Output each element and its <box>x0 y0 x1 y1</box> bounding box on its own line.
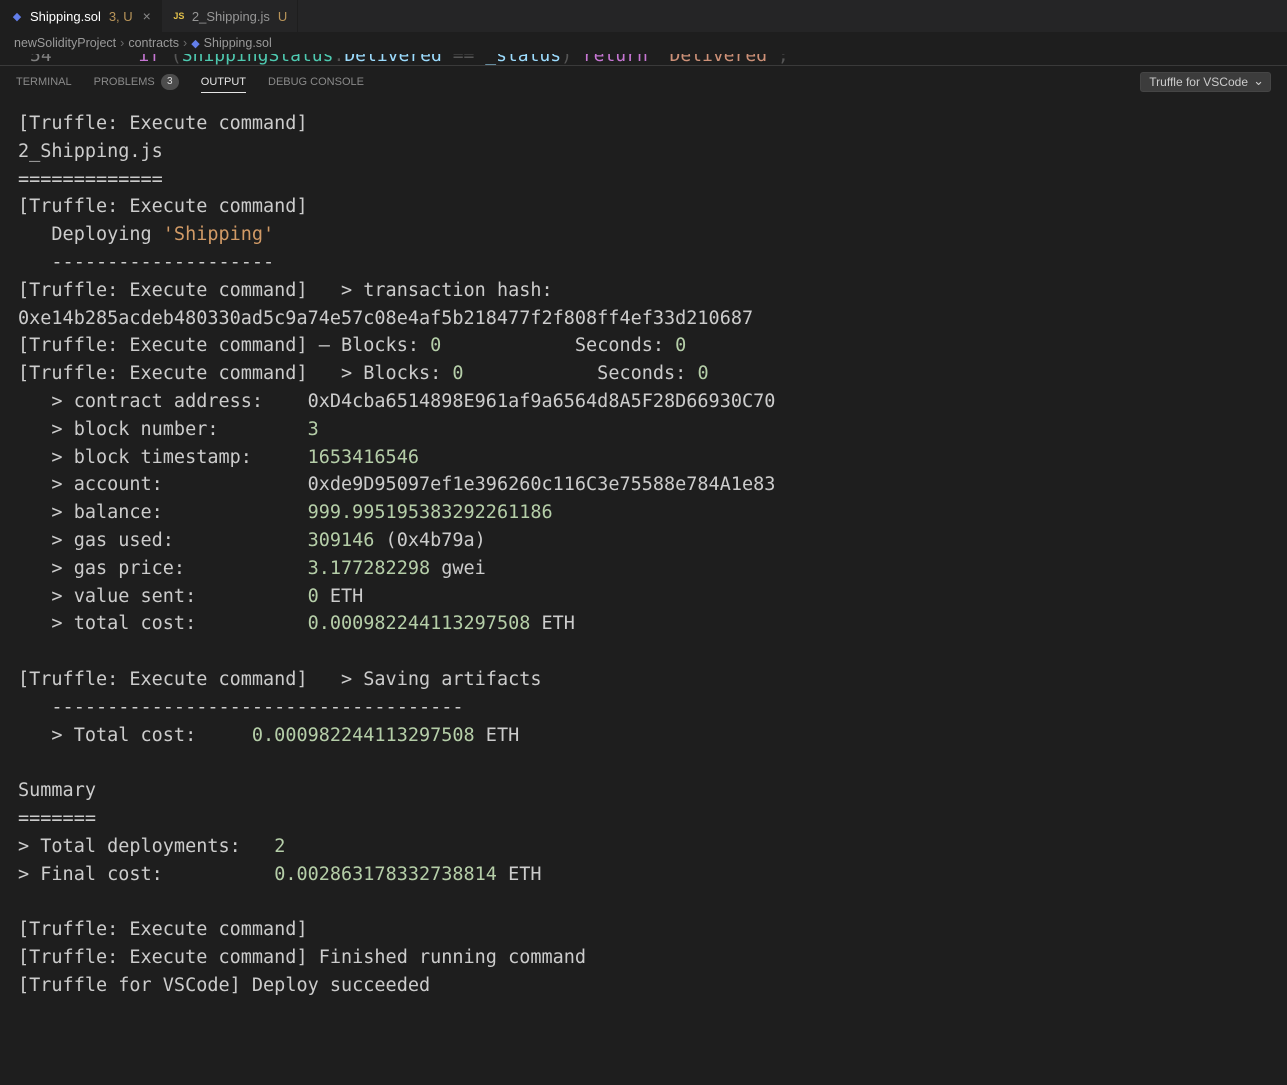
tab-modified-indicator: 3, U <box>109 9 133 24</box>
close-icon[interactable]: × <box>143 8 151 24</box>
log-line: ======= <box>18 808 96 829</box>
js-icon: JS <box>172 9 186 23</box>
log-line: [Truffle: Execute command] Finished runn… <box>18 947 586 968</box>
log-line: > balance: 999.995195383292261186 <box>18 502 553 523</box>
log-line: > Total deployments: 2 <box>18 836 285 857</box>
log-line: [Truffle: Execute command] > Blocks: 0 S… <box>18 363 709 384</box>
log-line: > Final cost: 0.002863178332738814 ETH <box>18 864 542 885</box>
tab-modified-indicator: U <box>278 9 287 24</box>
code-var: ShippingStatus <box>182 54 334 65</box>
code-keyword: if <box>138 54 160 65</box>
output-terminal[interactable]: [Truffle: Execute command] 2_Shipping.js… <box>0 98 1287 1012</box>
code-paren: ( <box>160 54 182 65</box>
log-line: > Total cost: 0.000982244113297508 ETH <box>18 725 519 746</box>
breadcrumb[interactable]: newSolidityProject › contracts › ◆ Shipp… <box>0 32 1287 54</box>
log-line: [Truffle: Execute command] <box>18 113 308 134</box>
output-channel-dropdown[interactable]: Truffle for VSCode <box>1140 72 1271 92</box>
log-line: Deploying 'Shipping' <box>18 224 274 245</box>
log-line: [Truffle: Execute command] <box>18 196 308 217</box>
code-var: Delivered <box>344 54 442 65</box>
log-line: [Truffle for VSCode] Deploy succeeded <box>18 975 430 996</box>
log-line: ------------------------------------- <box>18 697 464 718</box>
tab-shipping-js[interactable]: JS 2_Shipping.js U <box>162 0 298 32</box>
chevron-right-icon: › <box>183 36 187 50</box>
tab-output[interactable]: OUTPUT <box>201 76 246 93</box>
chevron-right-icon: › <box>120 36 124 50</box>
tab-shipping-sol[interactable]: ◆ Shipping.sol 3, U × <box>0 0 162 32</box>
log-line: [Truffle: Execute command] — Blocks: 0 S… <box>18 335 686 356</box>
log-line: > contract address: 0xD4cba6514898E961af… <box>18 391 775 412</box>
solidity-icon: ◆ <box>191 37 199 50</box>
log-line: Summary <box>18 780 96 801</box>
tab-label: Shipping.sol <box>30 9 101 24</box>
code-op: == <box>442 54 485 65</box>
log-line: > block number: 3 <box>18 419 319 440</box>
log-line: > value sent: 0 ETH <box>18 586 363 607</box>
log-line: > total cost: 0.000982244113297508 ETH <box>18 613 575 634</box>
code-punct: . <box>333 54 344 65</box>
log-line: 2_Shipping.js <box>18 141 163 162</box>
editor-code-peek: 54 if (ShippingStatus.Delivered == _stat… <box>0 54 1287 65</box>
tab-label: PROBLEMS <box>94 76 155 88</box>
log-line: -------------------- <box>18 252 274 273</box>
code-keyword: return <box>583 54 648 65</box>
log-line: [Truffle: Execute command] <box>18 919 308 940</box>
code-string: "Delivered" <box>659 54 778 65</box>
log-line: > gas used: 309146 (0x4b79a) <box>18 530 486 551</box>
tab-problems[interactable]: PROBLEMS 3 <box>94 74 179 90</box>
line-number: 54 <box>30 54 52 65</box>
tab-label: 2_Shipping.js <box>192 9 270 24</box>
problems-count-badge: 3 <box>161 74 179 90</box>
log-line: > block timestamp: 1653416546 <box>18 447 419 468</box>
tab-debug-console[interactable]: DEBUG CONSOLE <box>268 76 364 88</box>
editor-tab-bar: ◆ Shipping.sol 3, U × JS 2_Shipping.js U <box>0 0 1287 32</box>
breadcrumb-segment[interactable]: Shipping.sol <box>204 36 272 50</box>
solidity-icon: ◆ <box>10 9 24 23</box>
log-line: [Truffle: Execute command] > transaction… <box>18 280 597 301</box>
log-line: ============= <box>18 169 163 190</box>
log-line: > gas price: 3.177282298 gwei <box>18 558 486 579</box>
code-var: _status <box>485 54 561 65</box>
code-paren: ) <box>561 54 583 65</box>
log-line: [Truffle: Execute command] > Saving arti… <box>18 669 542 690</box>
panel-tab-bar: TERMINAL PROBLEMS 3 OUTPUT DEBUG CONSOLE… <box>0 65 1287 98</box>
log-line: > account: 0xde9D95097ef1e396260c116C3e7… <box>18 474 775 495</box>
log-line: 0xe14b285acdeb480330ad5c9a74e57c08e4af5b… <box>18 308 753 329</box>
breadcrumb-segment[interactable]: contracts <box>128 36 179 50</box>
code-punct: ; <box>778 54 789 65</box>
tab-terminal[interactable]: TERMINAL <box>16 76 72 88</box>
breadcrumb-segment[interactable]: newSolidityProject <box>14 36 116 50</box>
